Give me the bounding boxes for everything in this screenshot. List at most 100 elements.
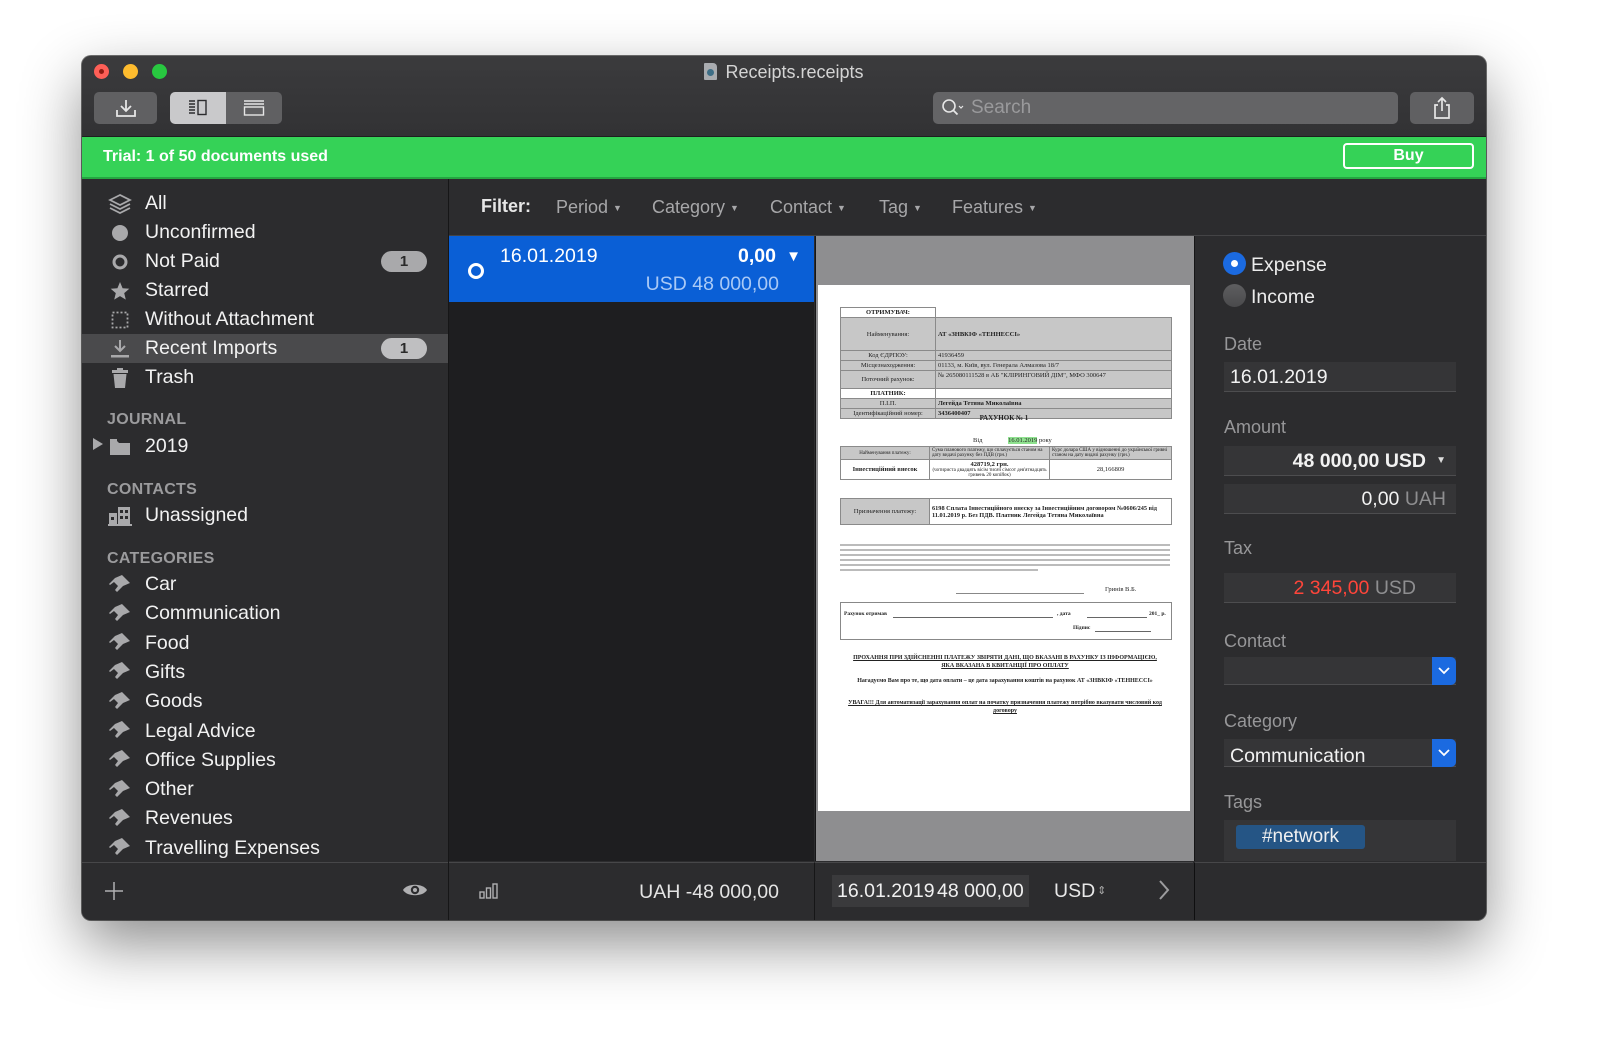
tags-field[interactable]: #network	[1224, 820, 1456, 861]
invoice-title: РАХУНОК № 1	[979, 414, 1029, 422]
sidebar-item-trash[interactable]: Trash	[82, 363, 448, 392]
trial-banner: Trial: 1 of 50 documents used Buy	[82, 137, 1486, 179]
income-radio[interactable]	[1223, 284, 1246, 307]
list-view-button[interactable]	[226, 92, 282, 124]
sidebar-item-category-gifts[interactable]: Gifts	[82, 658, 448, 687]
open-circle-icon	[108, 250, 132, 274]
filter-contact-dropdown[interactable]: Contact ▼	[770, 197, 846, 218]
sidebar-item-journal-2019[interactable]: 2019	[82, 432, 448, 461]
category-tag-icon	[108, 602, 132, 626]
bar-chart-icon	[479, 883, 498, 899]
disclosure-triangle-icon[interactable]	[92, 437, 104, 456]
inspector-panel: Expense Income Date 16.01.2019 Amount 48…	[1194, 236, 1486, 861]
preview-amount-field[interactable]: 48 000,00	[935, 875, 1029, 907]
filter-period-dropdown[interactable]: Period ▼	[556, 197, 622, 218]
document-preview[interactable]: ОТРИМУВАЧ: Найменування: АТ «ЗНВКІФ «ТЕНН…	[815, 236, 1194, 861]
view-mode-segmented-control	[170, 92, 282, 124]
notice-warning: УВАГА!!! Для автоматизації зарахування о…	[848, 700, 1162, 714]
receipt-original-amount: USD 48 000,00	[645, 273, 779, 295]
preview-date-field[interactable]: 16.01.2019	[832, 875, 940, 907]
sidebar-item-recent-imports[interactable]: Recent Imports 1	[82, 334, 448, 363]
sidebar-item-category-car[interactable]: Car	[82, 570, 448, 599]
preview-currency-select[interactable]: USD ⇕	[1054, 880, 1106, 903]
filter-tag-dropdown[interactable]: Tag ▼	[879, 197, 922, 218]
sidebar-item-category-goods[interactable]: Goods	[82, 687, 448, 716]
receipts-document-icon	[704, 63, 718, 80]
download-icon	[108, 337, 132, 361]
filter-label: Filter:	[481, 196, 532, 216]
search-input[interactable]	[971, 97, 1371, 119]
sidebar-item-contact-unassigned[interactable]: Unassigned	[82, 501, 448, 530]
trash-icon	[108, 366, 132, 390]
category-tag-icon	[108, 660, 132, 684]
category-dropdown-button[interactable]	[1432, 739, 1456, 767]
count-badge: 1	[381, 251, 427, 272]
share-button[interactable]	[1410, 92, 1474, 124]
footnotes	[840, 541, 1170, 574]
next-document-button[interactable]	[1158, 879, 1170, 906]
contact-dropdown-button[interactable]	[1432, 657, 1456, 685]
caret-down-icon: ▼	[837, 203, 846, 213]
add-button[interactable]	[104, 881, 124, 906]
converted-amount-field[interactable]: 0,00 UAH	[1224, 484, 1456, 514]
search-icon	[941, 98, 965, 118]
receipt-list: 16.01.2019 0,00 ▼ USD 48 000,00	[449, 236, 814, 861]
sidebar-item-category-legal-advice[interactable]: Legal Advice	[82, 717, 448, 746]
inspector-footer	[1194, 862, 1486, 920]
chevron-down-icon	[1438, 749, 1450, 757]
split-view-icon	[189, 99, 207, 116]
sidebar-item-starred[interactable]: Starred	[82, 276, 448, 305]
sidebar-item-unconfirmed[interactable]: Unconfirmed	[82, 218, 448, 247]
filter-features-dropdown[interactable]: Features ▼	[952, 197, 1037, 218]
notice-date: Нагадуємо Вам про те, що дата оплати – ц…	[857, 678, 1153, 684]
dotted-square-icon	[108, 308, 132, 332]
count-badge: 1	[381, 338, 427, 359]
tags-label: Tags	[1224, 792, 1263, 812]
list-view-icon	[243, 100, 265, 116]
caret-down-icon: ▼	[613, 203, 622, 213]
contacts-section-header: CONTACTS	[107, 481, 198, 498]
tax-field[interactable]: 2 345,00 USD	[1224, 573, 1456, 603]
caret-down-icon: ▼	[1028, 203, 1037, 213]
sidebar-item-category-revenues[interactable]: Revenues	[82, 804, 448, 833]
amount-field[interactable]: 48 000,00 USD ▼	[1224, 446, 1456, 476]
amount-label: Amount	[1224, 417, 1287, 437]
category-label: Category	[1224, 711, 1298, 731]
journal-section-header: JOURNAL	[107, 411, 187, 428]
date-field[interactable]: 16.01.2019	[1224, 362, 1456, 392]
expense-arrow-icon: ▼	[786, 248, 801, 265]
buy-button[interactable]: Buy	[1343, 143, 1474, 169]
import-icon	[115, 100, 136, 117]
statistics-button[interactable]	[479, 883, 499, 904]
contact-combobox[interactable]	[1224, 657, 1456, 685]
stepper-icon: ⇕	[1097, 885, 1107, 897]
search-field[interactable]	[933, 92, 1398, 124]
star-icon	[108, 279, 132, 303]
receipt-amount: 0,00	[738, 245, 776, 267]
folder-icon	[108, 435, 132, 459]
sidebar-item-category-communication[interactable]: Communication	[82, 599, 448, 628]
sidebar-item-all[interactable]: All	[82, 189, 448, 218]
split-view-button[interactable]	[170, 92, 226, 124]
import-button[interactable]	[94, 92, 157, 124]
notice-verify: ПРОХАННЯ ПРИ ЗДІЙСНЕННІ ПЛАТЕЖУ ЗВІРЯТИ …	[853, 655, 1157, 669]
caret-down-icon: ▼	[730, 203, 739, 213]
preview-footer: 16.01.2019 48 000,00 USD ⇕	[815, 862, 1193, 920]
category-tag-icon	[108, 573, 132, 597]
sidebar-item-category-travelling-expenses[interactable]: Travelling Expenses	[82, 834, 448, 863]
sidebar-item-category-other[interactable]: Other	[82, 775, 448, 804]
sidebar-item-without-attachment[interactable]: Without Attachment	[82, 305, 448, 334]
sidebar-item-category-office-supplies[interactable]: Office Supplies	[82, 746, 448, 775]
tag-chip[interactable]: #network	[1236, 825, 1365, 849]
expense-radio[interactable]	[1223, 252, 1246, 275]
not-paid-status-icon[interactable]	[468, 263, 484, 279]
sidebar-item-not-paid[interactable]: Not Paid 1	[82, 247, 448, 276]
filled-circle-icon	[108, 221, 132, 245]
sidebar-item-category-food[interactable]: Food	[82, 629, 448, 658]
toggle-visibility-button[interactable]	[402, 881, 428, 904]
receipt-row[interactable]: 16.01.2019 0,00 ▼ USD 48 000,00	[449, 236, 814, 302]
currency-dropdown-icon[interactable]: ▼	[1436, 446, 1446, 476]
chevron-right-icon	[1159, 880, 1170, 900]
category-combobox[interactable]: Communication	[1224, 739, 1456, 767]
filter-category-dropdown[interactable]: Category ▼	[652, 197, 739, 218]
